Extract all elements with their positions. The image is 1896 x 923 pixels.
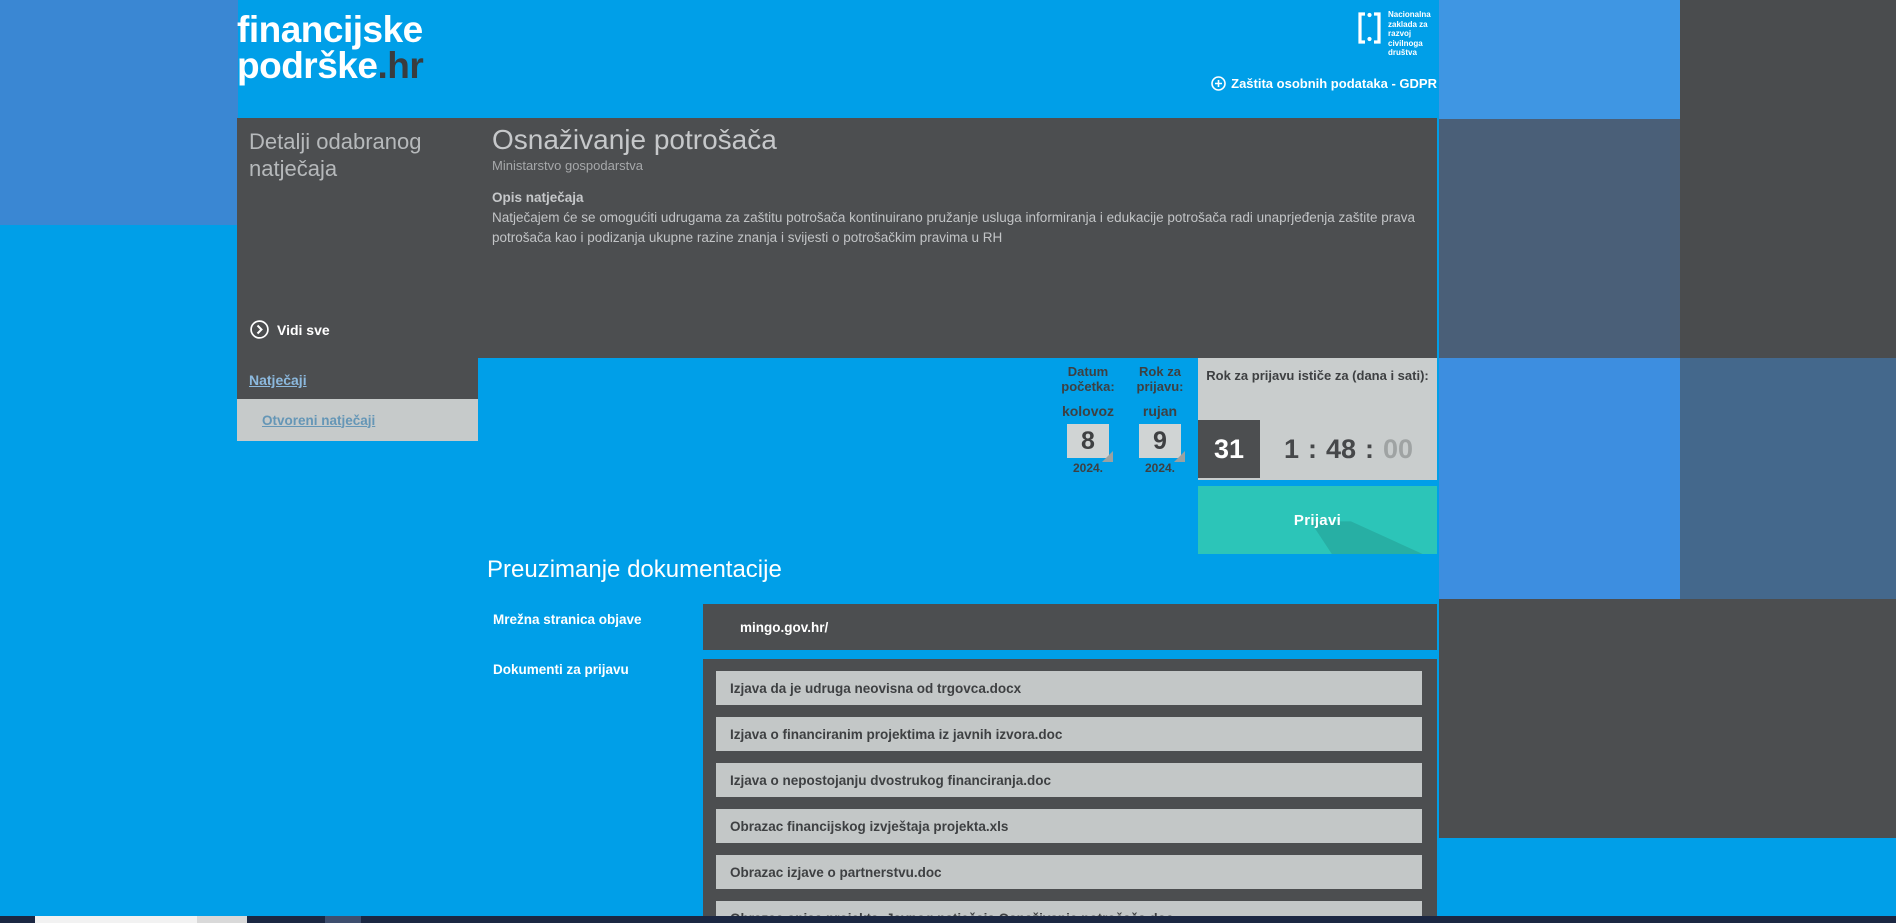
page-title: Osnaživanje potrošača	[492, 124, 777, 156]
calendar-fold-icon	[1102, 451, 1113, 462]
bg-block-top-right-blue	[1439, 0, 1680, 119]
bg-block-lower-dark	[1439, 599, 1896, 838]
site-logo-line2: podrške	[237, 45, 377, 86]
bg-block-dark-gray	[1680, 0, 1896, 358]
document-download-item[interactable]: Obrazac izjave o partnerstvu.doc	[716, 855, 1422, 889]
start-date-label: Datum početka:	[1048, 364, 1128, 394]
sidebar-item-natjecaji[interactable]: Natječaji	[249, 372, 307, 388]
apply-button[interactable]: Prijavi	[1198, 486, 1437, 554]
countdown-separator: :	[1308, 434, 1317, 465]
ministry-subtitle: Ministarstvo gospodarstva	[492, 158, 643, 173]
start-date-year: 2024.	[1048, 461, 1128, 475]
countdown-hours: 1	[1284, 434, 1299, 465]
description-text: Natječajem će se omogućiti udrugama za z…	[492, 208, 1442, 248]
taskbar-app-button[interactable]	[325, 916, 361, 923]
description-heading: Opis natječaja	[492, 190, 584, 205]
apply-button-label: Prijavi	[1294, 512, 1341, 529]
site-logo[interactable]: financijske podrške.hr	[237, 12, 423, 84]
vidi-sve-label: Vidi sve	[277, 322, 330, 338]
gdpr-link-label: Zaštita osobnih podataka - GDPR	[1231, 76, 1437, 91]
deadline-date-year: 2024.	[1124, 461, 1196, 475]
foundation-label: Nacionalna zaklada za razvoj civilnoga d…	[1388, 8, 1440, 58]
countdown-days: 31	[1198, 420, 1260, 478]
countdown-panel: Rok za prijavu ističe za (dana i sati): …	[1198, 358, 1437, 480]
document-download-item[interactable]: Izjava da je udruga neovisna od trgovca.…	[716, 671, 1422, 705]
bg-block-slate	[1439, 119, 1680, 358]
deadline-date-day: 9	[1153, 427, 1167, 456]
documents-container: Izjava da je udruga neovisna od trgovca.…	[703, 659, 1437, 916]
natjecaji-link[interactable]: Natječaji	[249, 372, 307, 388]
arrow-circle-icon	[250, 320, 269, 339]
site-logo-line1: financijske	[237, 9, 423, 50]
taskbar-search-box[interactable]	[35, 916, 197, 923]
countdown-seconds: 00	[1383, 434, 1413, 465]
website-label: Mrežna stranica objave	[493, 612, 642, 627]
sidebar-item-otvoreni-natjecaji[interactable]: Otvoreni natječaji	[237, 399, 478, 441]
otvoreni-natjecaji-link[interactable]: Otvoreni natječaji	[262, 413, 375, 428]
deadline-date-calendar: 9	[1139, 424, 1181, 458]
site-logo-tld: .hr	[377, 45, 423, 86]
deadline-date-month: rujan	[1124, 403, 1196, 419]
document-download-item[interactable]: Izjava o nepostojanju dvostrukog financi…	[716, 763, 1422, 797]
start-date-month: kolovoz	[1048, 403, 1128, 419]
deadline-date-label: Rok za prijavu:	[1124, 364, 1196, 394]
start-date-calendar: 8	[1067, 424, 1109, 458]
start-date-day: 8	[1081, 427, 1095, 456]
bg-block-slate-blue	[1680, 358, 1896, 599]
calendar-fold-icon	[1174, 451, 1185, 462]
brackets-icon	[1356, 8, 1383, 58]
document-download-item[interactable]: Obrazac opisa projekta, Javnog natječaja…	[716, 901, 1422, 916]
downloads-heading: Preuzimanje dokumentacije	[487, 556, 782, 584]
deadline-date-column: Rok za prijavu: rujan 9 2024.	[1124, 364, 1196, 475]
vidi-sve-button[interactable]: Vidi sve	[250, 320, 330, 339]
taskbar	[0, 916, 1896, 923]
gdpr-link[interactable]: Zaštita osobnih podataka - GDPR	[1150, 76, 1437, 91]
bg-block-left-blue	[0, 0, 238, 225]
website-link-box[interactable]: mingo.gov.hr/	[703, 604, 1437, 650]
bg-block-mid-blue	[1439, 358, 1680, 599]
plus-circle-icon	[1211, 76, 1226, 91]
documents-label: Dokumenti za prijavu	[493, 662, 629, 677]
countdown-heading: Rok za prijavu ističe za (dana i sati):	[1198, 368, 1437, 384]
document-download-item[interactable]: Obrazac financijskog izvještaja projekta…	[716, 809, 1422, 843]
foundation-logo: Nacionalna zaklada za razvoj civilnoga d…	[1356, 8, 1466, 58]
start-date-column: Datum početka: kolovoz 8 2024.	[1048, 364, 1128, 475]
countdown-separator: :	[1365, 434, 1374, 465]
website-url: mingo.gov.hr/	[740, 620, 828, 635]
document-download-item[interactable]: Izjava o financiranim projektima iz javn…	[716, 717, 1422, 751]
countdown-time: 1 : 48 : 00	[1260, 420, 1437, 478]
sidebar-title: Detalji odabranog natječaja	[249, 128, 464, 182]
taskbar-search-box-edge	[197, 916, 247, 923]
countdown-minutes: 48	[1326, 434, 1356, 465]
